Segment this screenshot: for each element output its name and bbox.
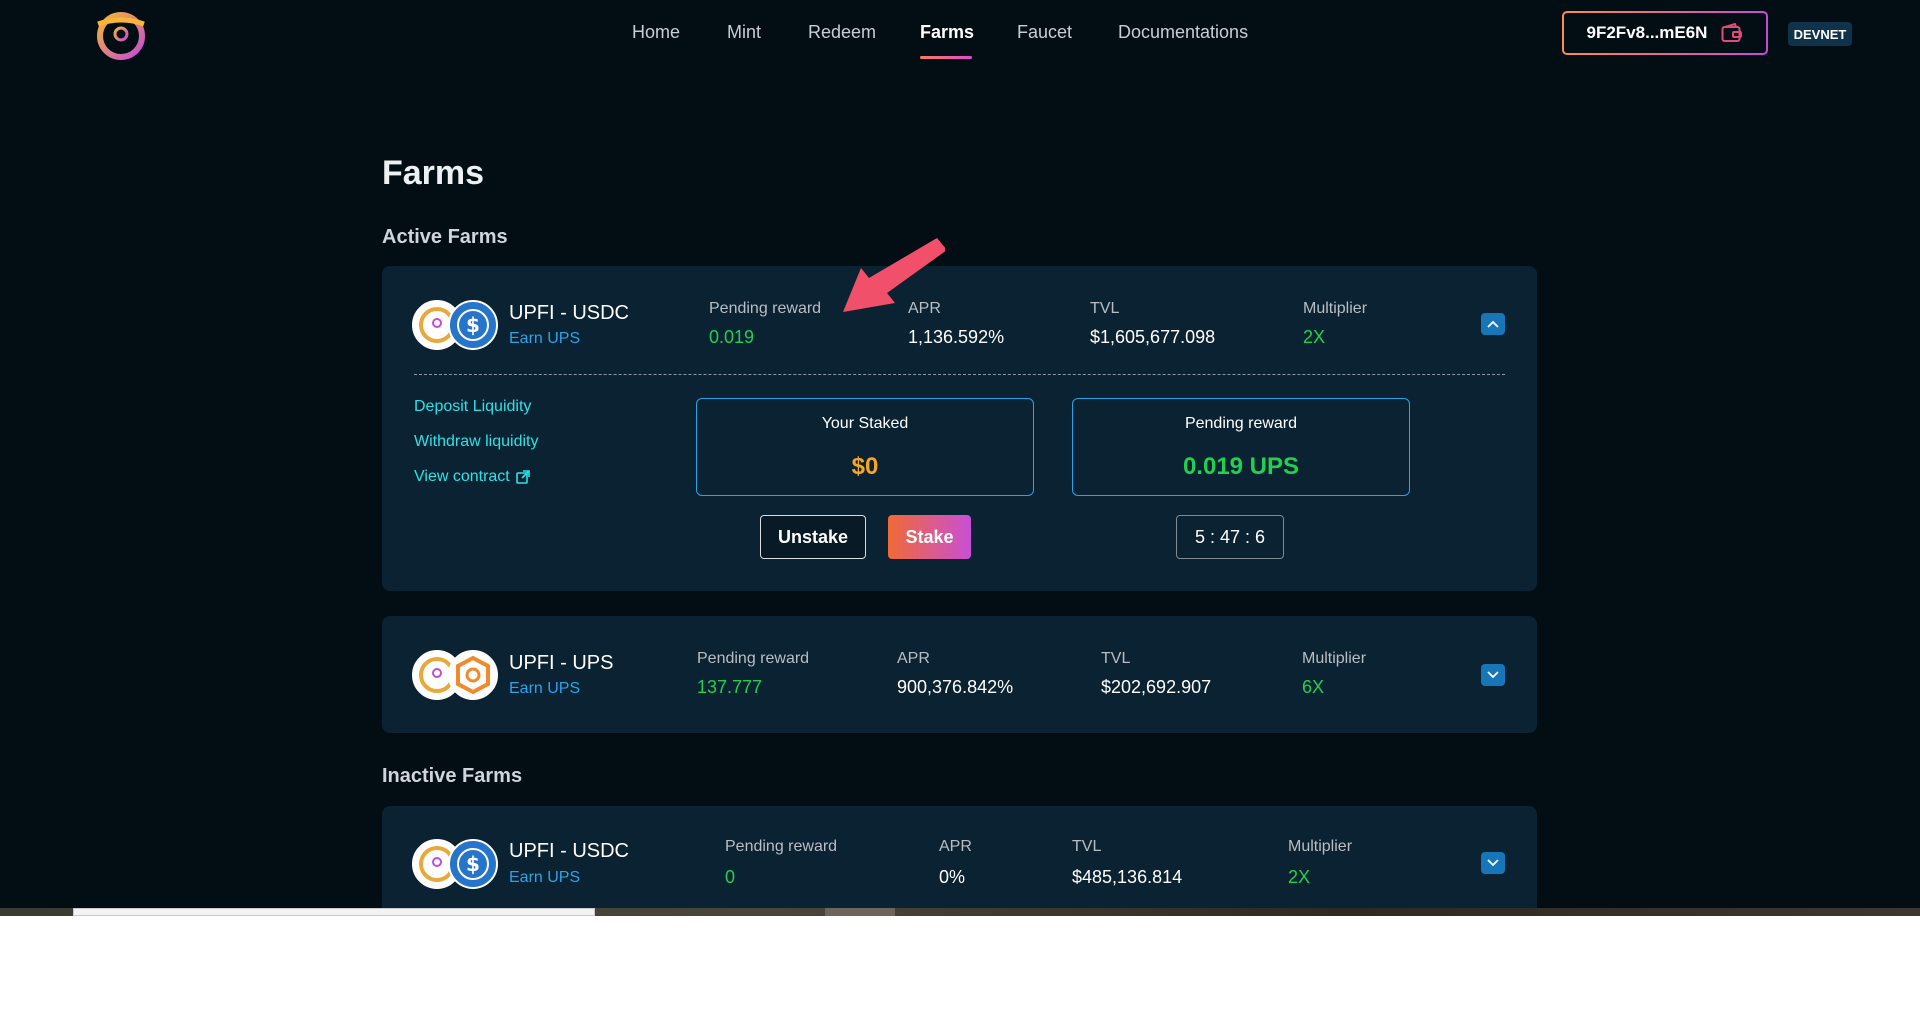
multiplier-label: Multiplier	[1302, 650, 1367, 667]
pending-reward-box: Pending reward 0.019 UPS	[1072, 398, 1410, 496]
tvl-label: TVL	[1090, 300, 1120, 317]
svg-text:$: $	[466, 313, 480, 337]
token-pair-icons: $	[412, 300, 498, 354]
farm-pair-name: UPFI - USDC	[509, 302, 629, 324]
pending-reward-value: 137.777	[697, 677, 763, 697]
view-contract-label: View contract	[414, 468, 510, 485]
farm-earn-label: Earn UPS	[509, 330, 581, 347]
pending-reward-box-value: 0.019 UPS	[1182, 453, 1300, 480]
farm-card-upfi-ups-active: UPFI - UPS Earn UPS Pending reward 137.7…	[382, 616, 1537, 733]
chevron-up-icon	[1487, 320, 1499, 328]
pending-reward-value: 0	[725, 867, 736, 887]
app-viewport: Home Mint Redeem Farms Faucet Documentat…	[0, 0, 1920, 908]
token-pair-icons	[412, 650, 498, 704]
network-badge: DEVNET	[1788, 22, 1852, 46]
apr-label: APR	[939, 838, 972, 855]
nav-redeem[interactable]: Redeem	[808, 22, 876, 43]
your-staked-value: $0	[851, 453, 879, 480]
collapse-toggle-button[interactable]	[1481, 313, 1505, 335]
active-nav-underline	[920, 56, 972, 59]
pending-reward-box-label: Pending reward	[1184, 415, 1298, 432]
deposit-liquidity-link[interactable]: Deposit Liquidity	[414, 398, 531, 416]
expand-toggle-button[interactable]	[1481, 852, 1505, 874]
ups-token-icon	[448, 650, 498, 700]
pending-reward-label: Pending reward	[697, 650, 810, 667]
farm-card-upfi-usdc-inactive: $ UPFI - USDC Earn UPS Pending reward 0 …	[382, 806, 1537, 908]
tvl-label: TVL	[1101, 650, 1131, 667]
chevron-down-icon	[1487, 859, 1499, 867]
browser-bottom-segment	[825, 908, 895, 916]
browser-bottom-tab[interactable]	[73, 908, 595, 916]
farm-card-upfi-usdc-active: $ UPFI - USDC Earn UPS Pending reward 0.…	[382, 266, 1537, 591]
chevron-down-icon	[1487, 671, 1499, 679]
your-staked-box: Your Staked $0	[696, 398, 1034, 496]
nav-home[interactable]: Home	[632, 22, 680, 43]
top-navigation: Home Mint Redeem Farms Faucet Documentat…	[0, 0, 1920, 66]
nav-mint[interactable]: Mint	[727, 22, 761, 43]
tvl-value: $202,692.907	[1101, 677, 1212, 697]
farm-earn-label: Earn UPS	[509, 869, 581, 886]
farm-pair-name: UPFI - USDC	[509, 840, 629, 862]
svg-text:$: $	[466, 852, 480, 876]
multiplier-value: 2X	[1288, 867, 1311, 887]
wallet-icon	[1721, 23, 1743, 42]
apr-label: APR	[897, 650, 930, 667]
usdc-token-icon: $	[448, 300, 498, 350]
page-title: Farms	[382, 154, 485, 192]
nav-documentations[interactable]: Documentations	[1118, 22, 1248, 43]
unstake-button[interactable]: Unstake	[760, 515, 866, 559]
annotation-arrow-icon	[843, 238, 945, 312]
wallet-address: 9F2Fv8...mE6N	[1586, 23, 1708, 42]
view-contract-link[interactable]: View contract	[414, 468, 530, 486]
nav-faucet[interactable]: Faucet	[1017, 22, 1072, 43]
farm-pair-name: UPFI - UPS	[509, 652, 614, 674]
tvl-value: $485,136.814	[1072, 867, 1183, 887]
expand-toggle-button[interactable]	[1481, 664, 1505, 686]
pending-reward-label: Pending reward	[725, 838, 838, 855]
pending-reward-value: 0.019	[709, 327, 755, 347]
stake-button[interactable]: Stake	[888, 515, 971, 559]
apr-value: 0%	[939, 867, 966, 887]
inactive-farms-heading: Inactive Farms	[382, 765, 523, 787]
external-link-icon	[515, 470, 530, 484]
active-farms-heading: Active Farms	[382, 226, 508, 248]
token-pair-icons: $	[412, 839, 498, 893]
multiplier-label: Multiplier	[1288, 838, 1353, 855]
pending-reward-label: Pending reward	[709, 300, 822, 317]
your-staked-label: Your Staked	[821, 415, 909, 432]
multiplier-value: 6X	[1302, 677, 1325, 697]
multiplier-label: Multiplier	[1303, 300, 1368, 317]
wallet-button[interactable]: 9F2Fv8...mE6N	[1562, 11, 1768, 55]
nav-farms[interactable]: Farms	[920, 22, 974, 43]
tvl-label: TVL	[1072, 838, 1102, 855]
apr-value: 900,376.842%	[897, 677, 1014, 697]
withdraw-liquidity-link[interactable]: Withdraw liquidity	[414, 433, 538, 451]
card-divider	[414, 374, 1505, 375]
apr-value: 1,136.592%	[908, 327, 1005, 347]
tvl-value: $1,605,677.098	[1090, 327, 1216, 347]
farm-earn-label: Earn UPS	[509, 680, 581, 697]
multiplier-value: 2X	[1303, 327, 1326, 347]
reward-countdown-timer: 5 : 47 : 6	[1176, 515, 1284, 559]
usdc-token-icon: $	[448, 839, 498, 889]
